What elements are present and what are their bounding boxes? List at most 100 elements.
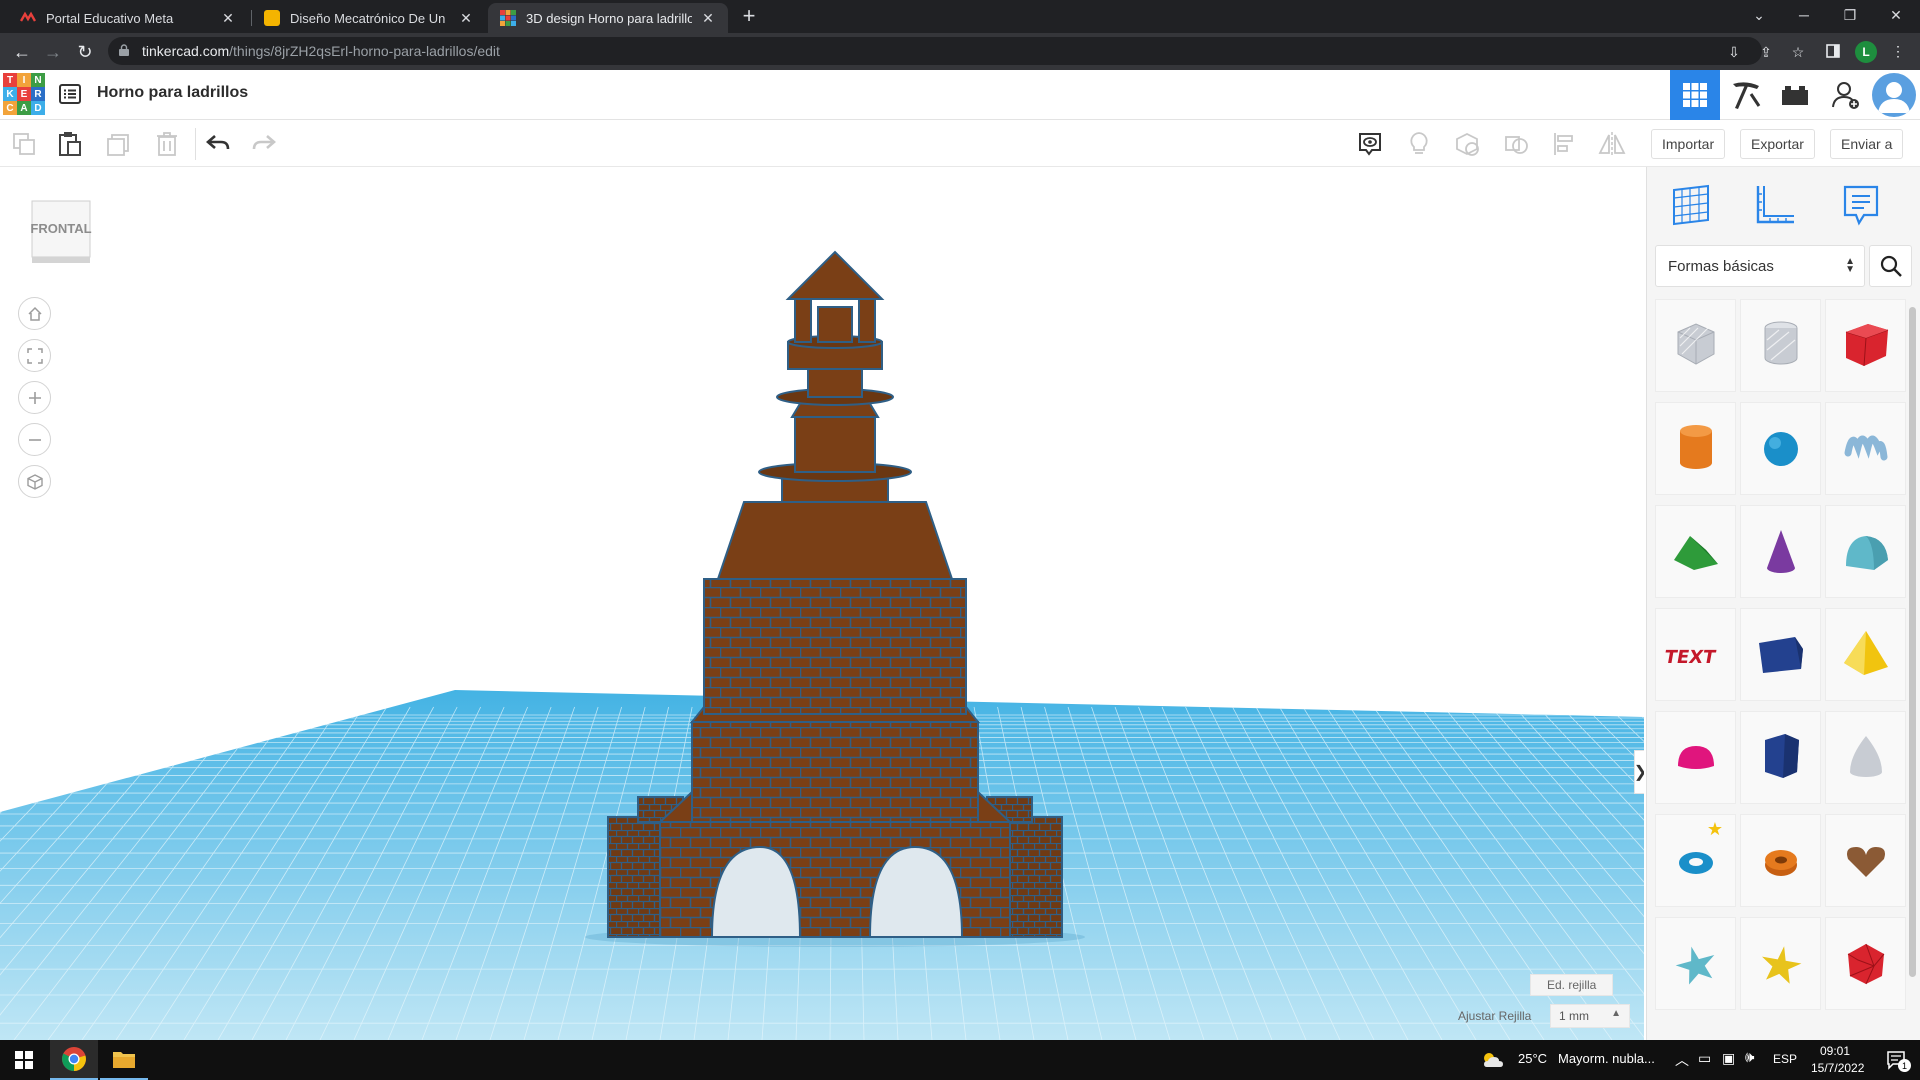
shape-polygon[interactable]: [1740, 711, 1821, 804]
install-app-icon[interactable]: ⇩: [1724, 42, 1744, 62]
group-button[interactable]: [1453, 130, 1481, 158]
shape-star[interactable]: [1655, 917, 1736, 1010]
notes-tool-button[interactable]: [1837, 180, 1885, 230]
shape-search-button[interactable]: [1869, 245, 1912, 287]
view-cube[interactable]: FRONTAL: [30, 199, 94, 265]
circuits-mode-button[interactable]: [1721, 70, 1771, 120]
box-hole-icon: [1677, 322, 1714, 365]
browser-profile-avatar[interactable]: L: [1855, 41, 1877, 63]
network-icon[interactable]: ▭: [1698, 1050, 1711, 1067]
shape-scribble[interactable]: [1825, 402, 1906, 495]
new-tab-button[interactable]: +: [737, 5, 761, 29]
notes-button[interactable]: [1356, 130, 1384, 158]
shape-cylinder-hole[interactable]: [1740, 299, 1821, 392]
shape-library-select[interactable]: Formas básicas ▲ ▼: [1655, 245, 1865, 287]
tinkercad-logo[interactable]: T I N K E R C A D: [3, 73, 45, 115]
restore-window-icon[interactable]: ❐: [1827, 0, 1873, 30]
shape-half-sphere[interactable]: [1655, 711, 1736, 804]
back-arrow-icon[interactable]: ←: [9, 39, 35, 65]
user-avatar[interactable]: [1872, 73, 1916, 117]
notifications-button[interactable]: 1: [1872, 1040, 1920, 1080]
close-tab-icon[interactable]: ✕: [458, 10, 474, 27]
export-button[interactable]: Exportar: [1740, 129, 1815, 159]
paste-button[interactable]: [56, 130, 84, 158]
taskbar-chrome[interactable]: [50, 1040, 98, 1080]
design-list-icon[interactable]: [59, 84, 81, 104]
shape-cone[interactable]: [1740, 505, 1821, 598]
shape-box-hole[interactable]: [1655, 299, 1736, 392]
weather-description[interactable]: Mayorm. nubla...: [1558, 1051, 1655, 1066]
ruler-tool-button[interactable]: [1751, 180, 1799, 230]
bricks-mode-button[interactable]: [1770, 70, 1820, 120]
invite-user-button[interactable]: [1821, 70, 1871, 120]
snap-grid-select[interactable]: 1 mm ▲: [1550, 1004, 1630, 1028]
send-to-button[interactable]: Enviar a: [1830, 129, 1904, 159]
tab-tinkercad-design[interactable]: 3D design Horno para ladrillos | T ✕: [488, 3, 728, 33]
reload-icon[interactable]: ↻: [72, 39, 98, 65]
shape-heart[interactable]: [1825, 814, 1906, 907]
side-panel-icon[interactable]: [1823, 41, 1843, 61]
duplicate-button[interactable]: [105, 130, 133, 158]
zoom-out-button[interactable]: [18, 423, 51, 456]
volume-icon[interactable]: 🕪: [1745, 1049, 1754, 1066]
shape-roof[interactable]: [1655, 505, 1736, 598]
share-icon[interactable]: ⇪: [1756, 42, 1776, 62]
edit-grid-button[interactable]: Ed. rejilla: [1530, 974, 1614, 996]
shape-pyramid[interactable]: [1825, 608, 1906, 701]
collapse-panel-button[interactable]: ❯: [1634, 750, 1644, 794]
redo-button[interactable]: [250, 130, 278, 158]
light-button[interactable]: [1405, 130, 1433, 158]
tray-overflow-icon[interactable]: ︿: [1675, 1050, 1689, 1070]
shape-torus[interactable]: ★: [1655, 814, 1736, 907]
home-view-button[interactable]: [18, 297, 51, 330]
close-window-icon[interactable]: ✕: [1873, 0, 1919, 30]
tab-diseno-mecatronico[interactable]: Diseño Mecatrónico De Un Purifi ✕: [252, 3, 486, 33]
display-icon[interactable]: ▣: [1722, 1050, 1735, 1067]
logo-letter: R: [31, 87, 45, 101]
input-language[interactable]: ESP: [1773, 1052, 1797, 1066]
align-button[interactable]: [1550, 130, 1578, 158]
undo-button[interactable]: [204, 130, 232, 158]
zoom-in-button[interactable]: [18, 381, 51, 414]
shape-tube[interactable]: [1740, 814, 1821, 907]
workplane-tool-button[interactable]: [1667, 180, 1715, 230]
3d-scene[interactable]: [0, 167, 1644, 1040]
shape-cylinder[interactable]: [1655, 402, 1736, 495]
shape-sphere[interactable]: [1740, 402, 1821, 495]
3d-view-mode-button[interactable]: [1670, 70, 1720, 120]
shape-icosahedron[interactable]: [1825, 917, 1906, 1010]
shape-round-roof[interactable]: [1825, 505, 1906, 598]
speech-eye-icon: [1359, 133, 1381, 156]
shape-box[interactable]: [1825, 299, 1906, 392]
ungroup-button[interactable]: [1502, 130, 1530, 158]
weather-cloud-icon[interactable]: [1478, 1040, 1508, 1080]
tab-portal-educativo[interactable]: Portal Educativo Meta ✕: [8, 3, 248, 33]
workplane-viewport[interactable]: FRONTAL Ed. rejilla Ajustar Rejilla 1 mm…: [0, 167, 1644, 1040]
bookmark-star-icon[interactable]: ☆: [1788, 42, 1808, 62]
copy-button[interactable]: [10, 130, 38, 158]
forward-arrow-icon[interactable]: →: [40, 39, 66, 65]
taskbar-file-explorer[interactable]: [100, 1040, 148, 1080]
shape-star-gold[interactable]: [1740, 917, 1821, 1010]
panel-scrollbar[interactable]: [1909, 307, 1916, 977]
close-tab-icon[interactable]: ✕: [220, 10, 236, 27]
perspective-toggle-button[interactable]: [18, 465, 51, 498]
clock-date[interactable]: 15/7/2022: [1811, 1061, 1864, 1075]
shape-paraboloid[interactable]: [1825, 711, 1906, 804]
brick-kiln-model[interactable]: [585, 250, 1085, 947]
import-button[interactable]: Importar: [1651, 129, 1726, 159]
design-title[interactable]: Horno para ladrillos: [97, 84, 248, 102]
delete-button[interactable]: [153, 130, 181, 158]
fit-view-button[interactable]: [18, 339, 51, 372]
browser-menu-icon[interactable]: ⋮: [1888, 41, 1908, 61]
clock-time[interactable]: 09:01: [1820, 1044, 1850, 1058]
address-bar[interactable]: tinkercad.com/things/8jrZH2qsErl-horno-p…: [108, 37, 1804, 65]
mirror-button[interactable]: [1598, 130, 1626, 158]
close-tab-icon[interactable]: ✕: [700, 10, 716, 27]
minimize-window-icon[interactable]: ─: [1781, 0, 1827, 30]
windows-start-button[interactable]: [0, 1040, 48, 1080]
shape-wedge[interactable]: [1740, 608, 1821, 701]
shape-text[interactable]: TEXT: [1655, 608, 1736, 701]
weather-temperature[interactable]: 25°C: [1518, 1051, 1547, 1066]
tab-search-icon[interactable]: ⌄: [1736, 0, 1782, 30]
